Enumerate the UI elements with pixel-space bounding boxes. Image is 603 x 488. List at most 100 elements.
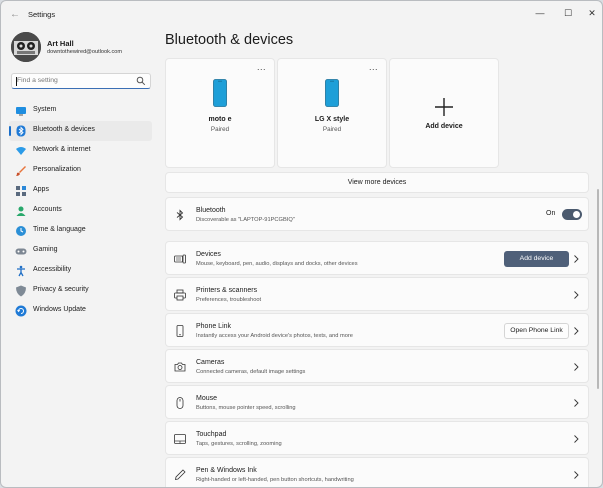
row-title: Mouse xyxy=(196,395,218,402)
chevron-right-icon[interactable] xyxy=(572,326,580,336)
profile-name: Art Hall xyxy=(47,39,74,48)
row-subtitle: Preferences, troubleshoot xyxy=(196,297,262,303)
settings-window: ← Settings — ☐ ✕ Art Hall downtothewired… xyxy=(0,0,603,488)
globe-clock-icon xyxy=(16,226,26,236)
row-title: Printers & scanners xyxy=(196,287,258,294)
cameras-row[interactable]: Cameras Connected cameras, default image… xyxy=(165,349,589,383)
row-subtitle: Right-handed or left-handed, pen button … xyxy=(196,477,354,483)
sidebar-item-accounts[interactable]: Accounts xyxy=(9,201,152,221)
person-icon xyxy=(16,206,26,216)
sidebar-item-gaming[interactable]: Gaming xyxy=(9,241,152,261)
row-title: Pen & Windows Ink xyxy=(196,467,257,474)
open-phone-link-button[interactable]: Open Phone Link xyxy=(504,323,569,339)
sidebar-item-apps[interactable]: Apps xyxy=(9,181,152,201)
row-subtitle: Taps, gestures, scrolling, zooming xyxy=(196,441,282,447)
row-subtitle: Discoverable as "LAPTOP-91PCGBIQ" xyxy=(196,217,295,223)
monitor-icon xyxy=(16,107,26,116)
profile-email: downtothewired@outlook.com xyxy=(47,49,123,55)
touchpad-row[interactable]: Touchpad Taps, gestures, scrolling, zoom… xyxy=(165,421,589,455)
brush-icon xyxy=(16,166,26,176)
toggle-state-label: On xyxy=(546,210,556,217)
search-input[interactable]: Find a setting xyxy=(11,73,151,89)
chevron-right-icon[interactable] xyxy=(572,398,580,408)
plus-icon xyxy=(435,98,453,116)
shield-icon xyxy=(16,285,26,297)
devices-row[interactable]: Devices Mouse, keyboard, pen, audio, dis… xyxy=(165,241,589,275)
keyboard-speaker-icon xyxy=(174,254,186,264)
wifi-icon xyxy=(16,147,26,155)
phone-outline-icon xyxy=(176,325,184,337)
device-card-moto-e[interactable]: ... moto e Paired xyxy=(165,58,275,168)
sidebar-item-label: Time & language xyxy=(33,226,86,233)
sidebar-item-label: Windows Update xyxy=(33,306,86,313)
search-placeholder: Find a setting xyxy=(17,77,58,84)
add-device-button[interactable]: Add device xyxy=(504,251,569,267)
phone-link-row[interactable]: Phone Link Instantly access your Android… xyxy=(165,313,589,347)
row-title: Bluetooth xyxy=(196,207,226,214)
accessibility-icon xyxy=(17,265,25,277)
sidebar-item-personalization[interactable]: Personalization xyxy=(9,161,152,181)
camera-icon xyxy=(174,362,186,372)
pen-icon xyxy=(174,469,186,481)
sidebar-item-label: Accessibility xyxy=(33,266,72,273)
apps-icon xyxy=(16,186,26,196)
device-card-lg-x-style[interactable]: ... LG X style Paired xyxy=(277,58,387,168)
page-title: Bluetooth & devices xyxy=(165,32,294,48)
scrollbar[interactable] xyxy=(597,189,599,389)
chevron-right-icon[interactable] xyxy=(572,362,580,372)
sidebar-item-network[interactable]: Network & internet xyxy=(9,141,152,161)
row-subtitle: Buttons, mouse pointer speed, scrolling xyxy=(196,405,296,411)
sidebar-item-accessibility[interactable]: Accessibility xyxy=(9,261,152,281)
close-button[interactable]: ✕ xyxy=(579,4,602,22)
title-bar: ← Settings — ☐ ✕ xyxy=(1,1,602,29)
sidebar-item-label: System xyxy=(33,106,57,113)
device-status: Paired xyxy=(210,126,230,133)
pen-windows-ink-row[interactable]: Pen & Windows Ink Right-handed or left-h… xyxy=(165,457,589,487)
more-options-button[interactable]: ... xyxy=(369,62,378,72)
touchpad-icon xyxy=(174,434,186,444)
phone-icon xyxy=(325,79,339,107)
search-icon[interactable] xyxy=(136,76,146,86)
gamepad-icon xyxy=(15,248,27,255)
phone-icon xyxy=(213,79,227,107)
view-more-devices-button[interactable]: View more devices xyxy=(165,172,589,193)
device-name: LG X style xyxy=(314,116,350,123)
row-title: Cameras xyxy=(196,359,225,366)
minimize-button[interactable]: — xyxy=(527,4,553,22)
printers-scanners-row[interactable]: Printers & scanners Preferences, trouble… xyxy=(165,277,589,311)
sidebar-item-windows-update[interactable]: Windows Update xyxy=(9,301,152,321)
sidebar-item-label: Privacy & security xyxy=(33,286,89,293)
sidebar-item-label: Gaming xyxy=(33,246,58,253)
sidebar-item-label: Apps xyxy=(33,186,49,193)
add-device-label: Add device xyxy=(425,123,463,130)
sidebar-item-label: Accounts xyxy=(33,206,62,213)
sidebar-item-system[interactable]: System xyxy=(9,101,152,121)
maximize-button[interactable]: ☐ xyxy=(555,4,581,22)
sidebar-item-bluetooth[interactable]: Bluetooth & devices xyxy=(9,121,152,141)
more-options-button[interactable]: ... xyxy=(257,62,266,72)
row-subtitle: Instantly access your Android device's p… xyxy=(196,333,353,339)
bluetooth-icon xyxy=(176,209,184,221)
back-button[interactable]: ← xyxy=(7,7,23,23)
sidebar-item-label: Bluetooth & devices xyxy=(33,126,95,133)
row-subtitle: Connected cameras, default image setting… xyxy=(196,369,306,375)
sidebar-item-label: Personalization xyxy=(33,166,81,173)
chevron-right-icon[interactable] xyxy=(572,254,580,264)
mouse-icon xyxy=(176,397,184,409)
chevron-right-icon[interactable] xyxy=(572,470,580,480)
avatar[interactable] xyxy=(11,32,41,62)
mouse-row[interactable]: Mouse Buttons, mouse pointer speed, scro… xyxy=(165,385,589,419)
sidebar-nav: System Bluetooth & devices Network & int… xyxy=(9,101,152,321)
sidebar-item-label: Network & internet xyxy=(33,146,91,153)
bluetooth-toggle[interactable] xyxy=(562,209,582,220)
device-status: Paired xyxy=(322,126,342,133)
bluetooth-icon xyxy=(16,125,26,137)
sidebar-item-time-language[interactable]: Time & language xyxy=(9,221,152,241)
sidebar-item-privacy[interactable]: Privacy & security xyxy=(9,281,152,301)
update-icon xyxy=(15,305,27,317)
chevron-right-icon[interactable] xyxy=(572,434,580,444)
add-device-card[interactable]: Add device xyxy=(389,58,499,168)
app-title: Settings xyxy=(28,10,56,19)
row-subtitle: Mouse, keyboard, pen, audio, displays an… xyxy=(196,261,358,267)
chevron-right-icon[interactable] xyxy=(572,290,580,300)
